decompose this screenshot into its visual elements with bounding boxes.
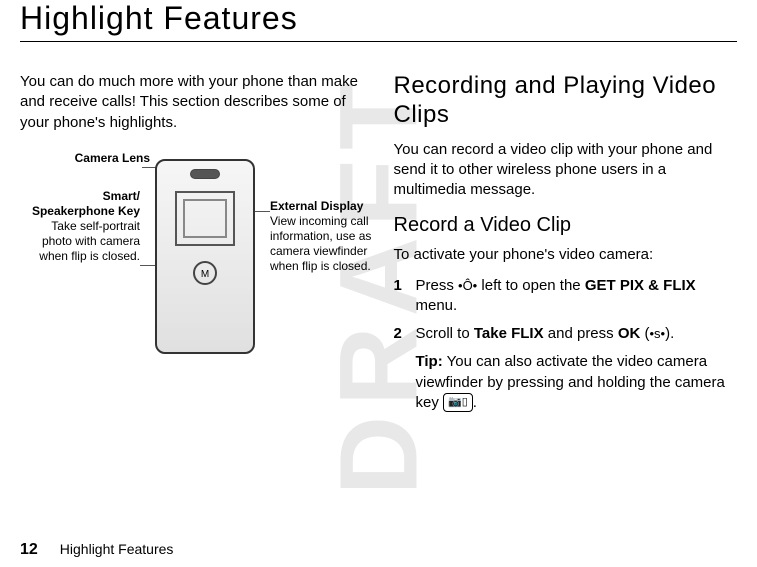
phone-lens-icon [190, 169, 220, 179]
step-text: ( [640, 325, 649, 342]
step-item: 2 Scroll to Take FLIX and press OK (•s•)… [394, 324, 738, 344]
step-text: left to open the [477, 277, 585, 294]
step-text: and press [544, 325, 618, 342]
step-text: Scroll to [416, 325, 474, 342]
step-text: ). [665, 325, 674, 342]
step-item: 1 Press •Ô• left to open the GET PIX & F… [394, 276, 738, 317]
camera-key-icon: 📷▯ [443, 393, 473, 412]
phone-illustration: M [155, 159, 255, 354]
nav-key-icon: •Ô• [458, 277, 477, 295]
smart-key-desc: Take self-portrait photo with camera whe… [20, 219, 140, 264]
phone-screen-icon [175, 191, 235, 246]
subsection-body: To activate your phone's video camera: [394, 245, 738, 265]
smart-key-label: Smart/ Speakerphone Key [20, 189, 140, 219]
subsection-heading: Record a Video Clip [394, 214, 738, 237]
step-number: 2 [394, 324, 416, 344]
section-heading: Recording and Playing Video Clips [394, 72, 738, 130]
page-title: Highlight Features [20, 0, 737, 42]
running-header: Highlight Features [60, 541, 174, 557]
callout-smart-key: Smart/ Speakerphone Key Take self-portra… [20, 189, 140, 264]
section-body: You can record a video clip with your ph… [394, 140, 738, 201]
page-footer: 12 Highlight Features [20, 541, 173, 559]
external-display-desc: View incoming call information, use as c… [270, 214, 385, 274]
tip-text: . [473, 394, 477, 411]
menu-name: OK [618, 325, 641, 342]
menu-name: Take FLIX [474, 325, 544, 342]
external-display-label: External Display [270, 199, 385, 214]
callout-camera-lens: Camera Lens [20, 151, 150, 166]
step-text: menu. [416, 297, 458, 314]
phone-m-button-icon: M [193, 261, 217, 285]
page-number: 12 [20, 541, 38, 559]
callout-external-display: External Display View incoming call info… [270, 199, 385, 274]
menu-name: GET PIX & FLIX [585, 277, 696, 294]
center-key-icon: •s• [650, 325, 666, 343]
tip-label: Tip: [416, 353, 443, 370]
step-text: Press [416, 277, 459, 294]
tip-paragraph: Tip: You can also activate the video cam… [394, 352, 738, 413]
phone-diagram: Camera Lens Smart/ Speakerphone Key Take… [20, 149, 364, 409]
step-number: 1 [394, 276, 416, 317]
intro-paragraph: You can do much more with your phone tha… [20, 72, 364, 133]
camera-lens-label: Camera Lens [75, 151, 150, 165]
